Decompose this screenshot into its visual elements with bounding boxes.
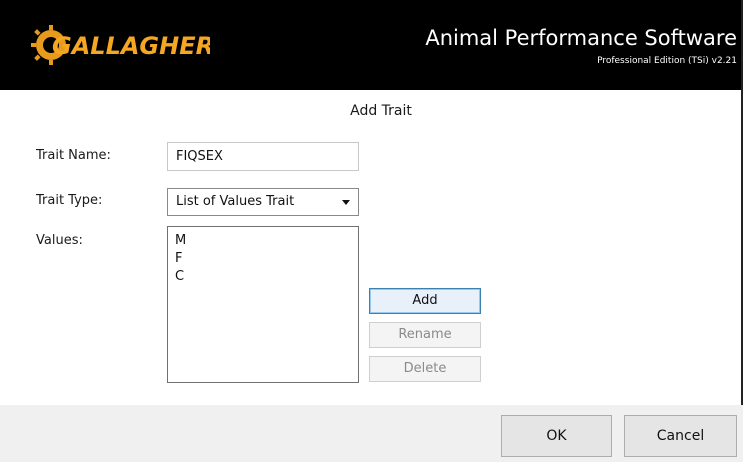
app-header: GALLAGHER Animal Performance Software Pr… xyxy=(0,0,743,90)
trait-type-select[interactable]: List of Values Trait xyxy=(167,188,359,216)
ok-button[interactable]: OK xyxy=(501,415,612,457)
logo-wordmark: GALLAGHER xyxy=(52,32,210,60)
values-label: Values: xyxy=(36,233,83,248)
trait-type-value: List of Values Trait xyxy=(176,194,295,209)
dropdown-arrow-icon xyxy=(342,200,350,205)
trait-type-label: Trait Type: xyxy=(36,193,103,208)
list-item[interactable]: F xyxy=(175,250,358,268)
gallagher-logo: GALLAGHER xyxy=(31,25,210,65)
app-title: Animal Performance Software xyxy=(425,26,737,50)
trait-name-label: Trait Name: xyxy=(36,148,111,163)
list-item[interactable]: C xyxy=(175,268,358,286)
add-value-button[interactable]: Add xyxy=(369,288,481,314)
trait-name-input[interactable] xyxy=(167,142,359,171)
dialog-title: Add Trait xyxy=(350,103,412,119)
rename-value-button[interactable]: Rename xyxy=(369,322,481,348)
list-item[interactable]: M xyxy=(175,232,358,250)
delete-value-button[interactable]: Delete xyxy=(369,356,481,382)
dialog-footer: OK Cancel xyxy=(0,405,743,462)
cancel-button[interactable]: Cancel xyxy=(624,415,737,457)
app-edition: Professional Edition (TSi) v2.21 xyxy=(597,56,737,66)
values-listbox[interactable]: M F C xyxy=(167,226,359,383)
